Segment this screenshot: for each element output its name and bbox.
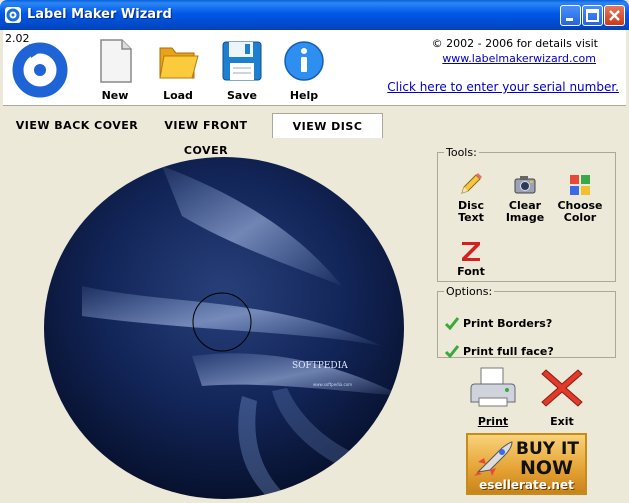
- new-button[interactable]: New: [90, 38, 140, 102]
- print-button[interactable]: Print: [467, 364, 519, 428]
- disc-canvas: SOFTPEDIA www.softpedia.com: [44, 157, 404, 499]
- choose-color-button[interactable]: Choose Color: [555, 173, 605, 224]
- clear-image-label-2: Image: [505, 211, 545, 224]
- buy-it-now-banner[interactable]: BUY IT NOW esellerate.net: [466, 433, 587, 495]
- new-label: New: [101, 89, 129, 102]
- title-bar[interactable]: Label Maker Wizard: [0, 0, 629, 30]
- buy-line-1: BUY IT: [516, 439, 579, 459]
- info-help-icon: [284, 41, 324, 81]
- print-full-face-option[interactable]: Print full face?: [444, 342, 554, 360]
- esellerate-text: esellerate.net: [479, 478, 574, 492]
- font-button[interactable]: Font: [446, 239, 496, 278]
- minimize-button[interactable]: [560, 5, 581, 26]
- tab-view-front-cover[interactable]: VIEW FRONT COVER: [141, 113, 271, 157]
- minimize-icon: [566, 18, 573, 21]
- load-button[interactable]: Load: [153, 38, 203, 102]
- window-title: Label Maker Wizard: [27, 7, 172, 22]
- font-label: Font: [457, 265, 485, 278]
- printer-icon: [470, 367, 516, 407]
- print-borders-option[interactable]: Print Borders?: [444, 314, 552, 332]
- floppy-save-icon: [222, 41, 262, 81]
- font-z-icon: [462, 242, 480, 261]
- maximize-button[interactable]: [582, 5, 603, 26]
- pencil-icon: [461, 173, 482, 194]
- print-full-face-label: Print full face?: [463, 344, 554, 358]
- exit-x-icon: [541, 369, 583, 407]
- choose-color-label-2: Color: [563, 211, 597, 224]
- clear-image-button[interactable]: Clear Image: [500, 173, 550, 224]
- exit-button[interactable]: Exit: [536, 364, 588, 428]
- close-button[interactable]: [604, 5, 625, 26]
- help-label: Help: [289, 89, 319, 102]
- checkmark-icon: [444, 317, 460, 331]
- color-palette-icon: [570, 175, 590, 195]
- app-icon: [5, 7, 21, 23]
- print-label: Print: [477, 415, 509, 428]
- options-legend: Options:: [446, 285, 493, 298]
- close-icon: [609, 10, 620, 21]
- save-button[interactable]: Save: [217, 38, 267, 102]
- new-document-icon: [100, 39, 132, 83]
- website-link[interactable]: www.labelmakerwizard.com: [442, 52, 596, 65]
- disc-text-button[interactable]: Disc Text: [446, 173, 496, 224]
- checkmark-icon: [444, 345, 460, 359]
- disc-brand-text: SOFTPEDIA: [292, 361, 348, 371]
- tab-view-disc[interactable]: VIEW DISC: [272, 113, 383, 138]
- app-logo: [9, 36, 71, 101]
- load-label: Load: [163, 89, 193, 102]
- maximize-icon: [586, 9, 599, 22]
- buy-line-2: NOW: [520, 457, 574, 479]
- serial-number-link[interactable]: Click here to enter your serial number.: [387, 80, 619, 94]
- tools-panel: Tools: Disc Text Clear Image Choose Colo…: [437, 146, 616, 282]
- tab-view-back-cover[interactable]: VIEW BACK COVER: [13, 113, 141, 138]
- disc-logo-icon: [12, 42, 68, 98]
- tools-legend: Tools:: [446, 146, 477, 159]
- exit-label: Exit: [550, 415, 574, 428]
- disc-sub-text: www.softpedia.com: [313, 382, 352, 387]
- print-borders-label: Print Borders?: [463, 316, 553, 330]
- copyright-text: © 2002 - 2006 for details visit: [431, 37, 598, 50]
- disc-preview[interactable]: SOFTPEDIA www.softpedia.com: [42, 156, 406, 501]
- disc-text-label-2: Text: [458, 211, 484, 224]
- save-label: Save: [227, 89, 257, 102]
- help-button[interactable]: Help: [279, 38, 329, 102]
- rocket-icon: [474, 441, 513, 476]
- options-panel: Options: Print Borders? Print full face?: [437, 285, 616, 360]
- camera-icon: [514, 176, 536, 194]
- toolbar-header: 2.02 New Load Save Help © 2002 - 2006 fo…: [3, 30, 626, 106]
- folder-icon: [159, 47, 199, 79]
